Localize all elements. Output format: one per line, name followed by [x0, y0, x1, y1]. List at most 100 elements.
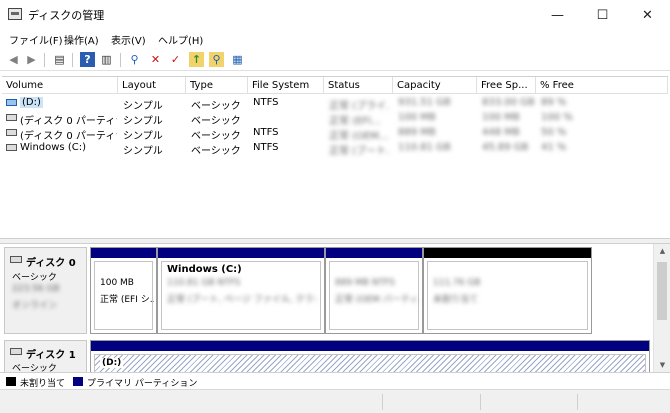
partition-color-bar: [326, 248, 422, 258]
partition-title: Windows (C:): [167, 264, 242, 275]
partition-size: 889 MB NTFS: [335, 278, 395, 288]
column-header-type[interactable]: Type: [186, 77, 248, 94]
partition-body-selected: (D:): [94, 354, 646, 372]
console-tree-icon[interactable]: ▤: [52, 52, 67, 67]
disk-icon: [10, 256, 22, 263]
disk-size: 223.56 GB: [12, 284, 60, 294]
toolbar-separator: [72, 53, 73, 67]
toolbar-separator: [44, 53, 45, 67]
partition-body: 111.76 GB 未割り当て: [427, 261, 588, 330]
table-row[interactable]: Windows (C:) シンプル ベーシック NTFS 正常 (ブート... …: [2, 140, 668, 157]
partition-windows-c[interactable]: Windows (C:) 110.81 GB NTFS 正常 (ブート, ページ…: [157, 247, 325, 334]
view-icon[interactable]: ▥: [99, 52, 114, 67]
partition-unallocated[interactable]: 111.76 GB 未割り当て: [423, 247, 592, 334]
partition-status: 正常 (OEM パーティ...: [335, 295, 420, 305]
volume-capacity: 889 MB: [398, 127, 436, 138]
column-header-file-system[interactable]: File System: [248, 77, 324, 94]
partition-status: 未割り当て: [433, 295, 479, 305]
status-divider: [382, 394, 383, 410]
volume-layout: シンプル: [123, 146, 163, 157]
volume-icon: [6, 99, 17, 106]
status-divider: [480, 394, 481, 410]
volume-name: (D:): [20, 97, 43, 108]
volume-name: Windows (C:): [20, 142, 86, 153]
disk-map: ディスク 0 ベーシック 223.56 GB オンライン 100 MB 正常 (…: [0, 244, 653, 372]
disk-state: オンライン: [12, 301, 58, 311]
partition-size: 111.76 GB: [433, 278, 481, 288]
toolbar: ◀ ▶ ▤ ? ▥ ⚲ ✕ ✓ ↑ ⚲ ▦: [0, 49, 670, 71]
partition-d[interactable]: (D:): [90, 340, 650, 372]
status-divider: [577, 394, 578, 410]
search-icon[interactable]: ⚲: [209, 52, 224, 67]
volume-filesystem: NTFS: [253, 127, 279, 138]
table-row[interactable]: (ディスク 0 パーティショ... シンプル ベーシック NTFS 正常 (OE…: [2, 125, 668, 142]
volume-filesystem: NTFS: [253, 142, 279, 153]
partition-oem[interactable]: 889 MB NTFS 正常 (OEM パーティ...: [325, 247, 423, 334]
disk-1-label[interactable]: ディスク 1 ベーシック: [4, 340, 87, 372]
legend-swatch-primary: [73, 377, 83, 386]
disk-map-scrollbar[interactable]: ▲ ▼: [653, 244, 670, 372]
partition-body: Windows (C:) 110.81 GB NTFS 正常 (ブート, ページ…: [161, 261, 321, 330]
table-row[interactable]: (ディスク 0 パーティショ... シンプル ベーシック 正常 (EFI... …: [2, 110, 668, 127]
move-up-icon[interactable]: ↑: [189, 52, 204, 67]
column-header-free-space[interactable]: Free Sp...: [477, 77, 536, 94]
volume-status: 正常 (ブート...: [329, 146, 389, 157]
delete-icon[interactable]: ✕: [148, 52, 163, 67]
disk-type: ベーシック: [12, 273, 57, 283]
menu-view[interactable]: 表示(V): [111, 32, 146, 47]
volume-free-space: 833.00 GB: [482, 97, 535, 108]
table-row[interactable]: (D:) シンプル ベーシック NTFS 正常 (プライ... 931.51 G…: [2, 95, 668, 112]
maximize-icon: ☐: [596, 7, 609, 23]
disk-management-icon: [8, 8, 22, 20]
partition-color-bar: [91, 341, 649, 351]
close-button[interactable]: ✕: [625, 0, 670, 30]
legend-swatch-unallocated: [6, 377, 16, 386]
disk-name: ディスク 0: [26, 258, 76, 269]
volume-filesystem: NTFS: [253, 97, 279, 108]
volume-icon: [6, 144, 17, 151]
partition-body: 100 MB 正常 (EFI シ...: [94, 261, 154, 330]
partition-color-bar: [91, 248, 156, 258]
partition-size: 100 MB: [100, 278, 134, 288]
disk-0-label[interactable]: ディスク 0 ベーシック 223.56 GB オンライン: [4, 247, 87, 334]
column-header-layout[interactable]: Layout: [118, 77, 186, 94]
scroll-up-icon[interactable]: ▲: [654, 244, 670, 258]
scroll-down-icon[interactable]: ▼: [654, 358, 670, 372]
legend-label-primary: プライマリ パーティション: [87, 379, 198, 389]
connect-drive-icon[interactable]: ⚲: [127, 52, 142, 67]
volume-percent-free: 50 %: [541, 127, 567, 138]
minimize-button[interactable]: —: [535, 0, 580, 30]
volume-table: Volume Layout Type File System Status Ca…: [2, 76, 668, 236]
disk-name: ディスク 1: [26, 350, 76, 361]
partition-color-bar: [424, 248, 591, 258]
column-header-percent-free[interactable]: % Free: [536, 77, 668, 94]
maximize-button[interactable]: ☐: [580, 0, 625, 30]
partition-color-bar: [158, 248, 324, 258]
title-bar: ディスクの管理 — ☐ ✕: [0, 0, 670, 30]
volume-icon: [6, 129, 17, 136]
close-icon: ✕: [642, 7, 653, 23]
scroll-thumb[interactable]: [657, 262, 667, 320]
help-icon[interactable]: ?: [80, 52, 95, 67]
menu-file[interactable]: ファイル(F): [9, 32, 63, 47]
volume-free-space: 448 MB: [482, 127, 520, 138]
window-title: ディスクの管理: [28, 9, 105, 22]
column-header-capacity[interactable]: Capacity: [393, 77, 477, 94]
volume-free-space: 45.89 GB: [482, 142, 529, 153]
properties-icon[interactable]: ▦: [230, 52, 245, 67]
volume-capacity: 110.81 GB: [398, 142, 451, 153]
column-header-volume[interactable]: Volume: [2, 77, 118, 94]
volume-capacity: 100 MB: [398, 112, 436, 123]
partition-efi[interactable]: 100 MB 正常 (EFI シ...: [90, 247, 157, 334]
forward-icon[interactable]: ▶: [24, 52, 39, 67]
legend-label-unallocated: 未割り当て: [20, 379, 66, 389]
menu-help[interactable]: ヘルプ(H): [158, 32, 203, 47]
partition-status: 正常 (EFI シ...: [100, 295, 154, 305]
minimize-icon: —: [551, 7, 564, 23]
disk-type: ベーシック: [12, 364, 57, 372]
back-icon[interactable]: ◀: [6, 52, 21, 67]
column-header-status[interactable]: Status: [324, 77, 393, 94]
menu-bar: ファイル(F) 操作(A) 表示(V) ヘルプ(H): [0, 30, 670, 49]
menu-action[interactable]: 操作(A): [64, 32, 99, 47]
check-icon[interactable]: ✓: [168, 52, 183, 67]
